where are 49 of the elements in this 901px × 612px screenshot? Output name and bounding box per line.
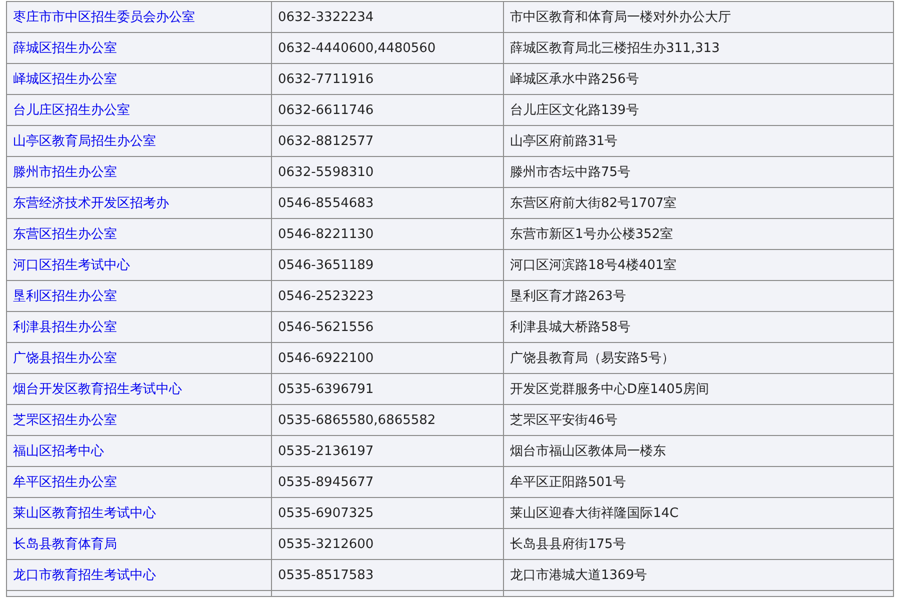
phone-cell: 0546-6922100 <box>272 342 504 374</box>
phone-cell: 0546-3651189 <box>272 250 504 280</box>
address-cell: 龙口市港城大道1369号 <box>504 560 894 590</box>
address-cell: 莱山区迎春大街祥隆国际14C <box>504 498 894 528</box>
phone-cell: 0535-3212600 <box>272 528 504 560</box>
phone-cell: 0632-3322234 <box>272 2 504 32</box>
phone-cell: 0632-8812577 <box>272 126 504 156</box>
office-link[interactable]: 芝罘区招生办公室 <box>13 413 117 428</box>
address-cell: 市中区教育和体育局一楼对外办公大厅 <box>504 2 894 32</box>
phone-cell: 0535-6396791 <box>272 374 504 404</box>
phone-cell: 0632-6611746 <box>272 94 504 126</box>
office-link[interactable]: 峄城区招生办公室 <box>13 72 117 87</box>
office-link[interactable]: 利津县招生办公室 <box>13 320 117 335</box>
office-link[interactable]: 东营区招生办公室 <box>13 227 117 242</box>
address-cell: 峄城区承水中路256号 <box>504 64 894 94</box>
office-link[interactable]: 垦利区招生办公室 <box>13 289 117 304</box>
office-link[interactable]: 牟平区招生办公室 <box>13 475 117 490</box>
address-cell: 薛城区教育局北三楼招生办311,313 <box>504 32 894 64</box>
phone-cell: 0546-8554683 <box>272 188 504 218</box>
phone-cell: 0632-7711916 <box>272 64 504 94</box>
address-cell: 牟平区正阳路501号 <box>504 466 894 498</box>
address-cell: 长岛县县府街175号 <box>504 528 894 560</box>
phone-cell: 0535-8945677 <box>272 466 504 498</box>
address-cell: 东营市新区1号办公楼352室 <box>504 218 894 250</box>
address-cell: 台儿庄区文化路139号 <box>504 94 894 126</box>
address-cell: 烟台市福山区教体局一楼东 <box>504 436 894 466</box>
address-cell: 芝罘区平安街46号 <box>504 404 894 436</box>
phone-cell: 0632-4440600,4480560 <box>272 32 504 64</box>
office-link[interactable]: 长岛县教育体育局 <box>13 537 117 552</box>
phone-cell: 0535-2136197 <box>272 436 504 466</box>
office-link[interactable]: 薛城区招生办公室 <box>13 41 117 56</box>
phone-cell: 0546-5621556 <box>272 312 504 342</box>
phone-cell: 0535-8517583 <box>272 560 504 590</box>
phone-cell: 0546-8221130 <box>272 218 504 250</box>
phone-cell: 0535-6907325 <box>272 498 504 528</box>
address-cell: 河口区河滨路18号4楼401室 <box>504 250 894 280</box>
address-cell: 山亭区府前路31号 <box>504 126 894 156</box>
address-cell: 广饶县教育局（易安路5号） <box>504 342 894 374</box>
office-link[interactable]: 福山区招考中心 <box>13 444 104 459</box>
office-link[interactable]: 广饶县招生办公室 <box>13 351 117 366</box>
address-cell: 开发区党群服务中心D座1405房间 <box>504 374 894 404</box>
address-cell: 滕州市杏坛中路75号 <box>504 156 894 188</box>
phone-cell: 0535-6865580,6865582 <box>272 404 504 436</box>
office-link[interactable]: 滕州市招生办公室 <box>13 165 117 180</box>
address-cell: 利津县城大桥路58号 <box>504 312 894 342</box>
phone-cell: 0546-2523223 <box>272 280 504 312</box>
phone-cell: 0632-5598310 <box>272 156 504 188</box>
address-cell: 东营区府前大街82号1707室 <box>504 188 894 218</box>
address-cell: 垦利区育才路263号 <box>504 280 894 312</box>
